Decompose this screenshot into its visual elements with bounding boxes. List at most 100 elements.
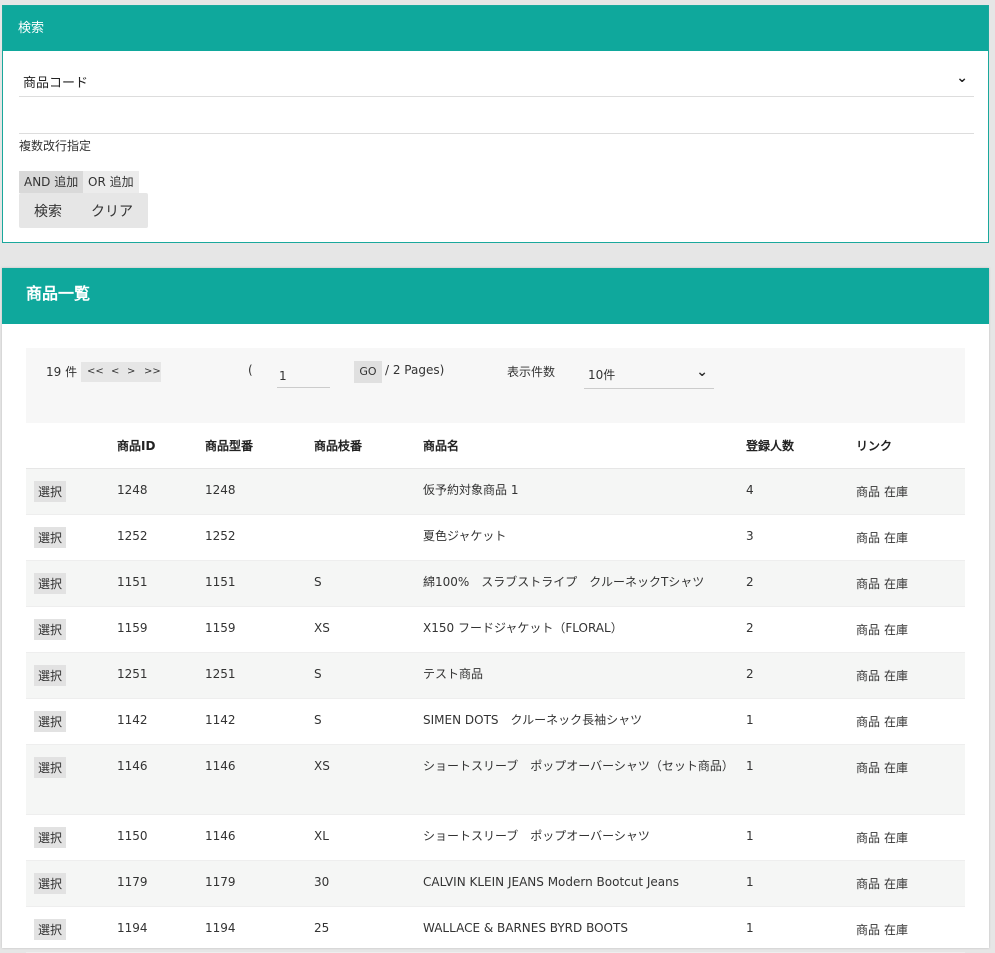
product-model: 1159	[205, 621, 236, 635]
per-page-label: 表示件数	[507, 365, 556, 379]
search-field-select[interactable]: 商品コード ⌄	[19, 66, 974, 97]
select-button[interactable]: 選択	[34, 665, 67, 686]
table-row: 選択 1142 1142 S SIMEN DOTS クルーネック長袖シャツ 1 商品 在庫	[26, 699, 965, 745]
product-list-panel: 商品一覧 19 件 << < > >> ( GO / 2 Pages) 表示件数…	[2, 268, 989, 953]
select-cell: 選択	[26, 815, 117, 861]
search-field-value: 商品コード	[23, 76, 89, 91]
stock-link[interactable]: 在庫	[884, 485, 908, 499]
select-cell: 選択	[26, 607, 117, 653]
next-page-button[interactable]: >	[127, 362, 135, 382]
select-button[interactable]: 選択	[34, 757, 67, 778]
per-page-select[interactable]: 10件 ⌄	[584, 358, 714, 389]
product-name-cell: 夏色ジャケット	[423, 515, 746, 561]
product-link[interactable]: 商品	[856, 577, 880, 591]
column-header[interactable]: 商品名	[423, 423, 746, 469]
links-cell: 商品 在庫	[856, 607, 965, 653]
column-header	[26, 423, 117, 469]
product-link[interactable]: 商品	[856, 877, 880, 891]
product-branch: S	[314, 575, 322, 589]
select-button[interactable]: 選択	[34, 573, 67, 594]
product-id: 1194	[117, 921, 148, 935]
product-link[interactable]: 商品	[856, 623, 880, 637]
column-header: リンク	[856, 423, 965, 469]
chevron-down-icon: ⌄	[696, 364, 708, 380]
product-name: CALVIN KLEIN JEANS Modern Bootcut Jeans	[423, 875, 680, 889]
links-cell: 商品 在庫	[856, 515, 965, 561]
registered-count: 4	[746, 483, 754, 497]
result-count: 19 件	[46, 365, 78, 379]
registered-count: 1	[746, 921, 754, 935]
select-button[interactable]: 選択	[34, 619, 67, 640]
product-name-cell: 綿100% スラブストライプ クルーネックTシャツ	[423, 561, 746, 607]
select-button[interactable]: 選択	[34, 919, 67, 940]
and-add-button[interactable]: AND 追加	[19, 171, 84, 193]
registered-count: 2	[746, 667, 754, 681]
select-button[interactable]: 選択	[34, 481, 67, 502]
stock-link[interactable]: 在庫	[884, 577, 908, 591]
select-button[interactable]: 選択	[34, 827, 67, 848]
select-cell: 選択	[26, 515, 117, 561]
select-cell: 選択	[26, 469, 117, 515]
go-button[interactable]: GO	[354, 361, 382, 383]
select-button[interactable]: 選択	[34, 711, 67, 732]
table-row: 選択 1159 1159 XS X150 フードジャケット（FLORAL） 2 商品 在庫	[26, 607, 965, 653]
table-row: 選択 1194 1194 25 WALLACE & BARNES BYRD BOOTS 1…	[26, 907, 965, 953]
product-name-cell: ショートスリーブ ポップオーバーシャツ	[423, 815, 746, 861]
last-page-button[interactable]: >>	[144, 362, 161, 382]
stock-link[interactable]: 在庫	[884, 761, 908, 775]
product-link[interactable]: 商品	[856, 923, 880, 937]
stock-link[interactable]: 在庫	[884, 623, 908, 637]
search-button-group: 検索 クリア	[19, 193, 148, 228]
prev-page-button[interactable]: <	[111, 362, 119, 382]
first-page-button[interactable]: <<	[87, 362, 104, 382]
product-id: 1151	[117, 575, 148, 589]
table-row: 選択 1151 1151 S 綿100% スラブストライプ クルーネックTシャツ 2 商品在…	[26, 560, 965, 607]
column-header[interactable]: 商品ID	[117, 423, 205, 469]
product-name-cell: ショートスリーブ ポップオーバーシャツ（セット商品）	[423, 745, 746, 815]
product-model: 1142	[205, 713, 236, 727]
column-header[interactable]: 商品枝番	[314, 423, 423, 469]
stock-link[interactable]: 在庫	[884, 715, 908, 729]
select-cell: 選択	[26, 699, 117, 745]
page-number-input[interactable]	[277, 360, 330, 388]
product-table: 商品ID 商品型番 商品枝番 商品名 登録人数 リンク 選択 1248 1248 仮予…	[26, 423, 965, 953]
select-button[interactable]: 選択	[34, 873, 67, 894]
product-link[interactable]: 商品	[856, 831, 880, 845]
select-button[interactable]: 選択	[34, 527, 67, 548]
product-branch: 25	[314, 921, 330, 935]
product-id: 1251	[117, 667, 148, 681]
links-cell: 商品 在庫	[856, 653, 965, 699]
total-pages: / 2 Pages)	[385, 363, 445, 377]
product-name: 仮予約対象商品 1	[423, 483, 519, 497]
column-header[interactable]: 登録人数	[746, 423, 856, 469]
search-button[interactable]: 検索	[34, 201, 62, 221]
multi-line-label: 複数改行指定	[19, 139, 92, 153]
product-id: 1248	[117, 483, 148, 497]
select-cell: 選択	[26, 653, 117, 699]
product-link[interactable]: 商品	[856, 531, 880, 545]
search-input[interactable]	[19, 107, 974, 134]
stock-link[interactable]: 在庫	[884, 669, 908, 683]
product-link[interactable]: 商品	[856, 669, 880, 683]
stock-link[interactable]: 在庫	[884, 877, 908, 891]
product-id: 1179	[117, 875, 148, 889]
stock-link[interactable]: 在庫	[884, 831, 908, 845]
product-link[interactable]: 商品	[856, 485, 880, 499]
or-add-button[interactable]: OR 追加	[83, 171, 139, 193]
product-branch: 30	[314, 875, 330, 889]
product-name: 綿100% スラブストライプ クルーネックTシャツ	[423, 575, 705, 589]
product-model: 1251	[205, 667, 236, 681]
product-branch	[314, 469, 423, 515]
product-link[interactable]: 商品	[856, 715, 880, 729]
chevron-down-icon: ⌄	[956, 70, 968, 86]
stock-link[interactable]: 在庫	[884, 531, 908, 545]
product-name: 夏色ジャケット	[423, 529, 507, 543]
product-link[interactable]: 商品	[856, 761, 880, 775]
column-header[interactable]: 商品型番	[205, 423, 314, 469]
table-row: 選択 1179 1179 30 CALVIN KLEIN JEANS Modern Bo…	[26, 860, 965, 907]
select-cell: 選択	[26, 745, 117, 815]
product-branch: S	[314, 713, 322, 727]
product-branch: S	[314, 667, 322, 681]
stock-link[interactable]: 在庫	[884, 923, 908, 937]
clear-button[interactable]: クリア	[91, 201, 133, 221]
